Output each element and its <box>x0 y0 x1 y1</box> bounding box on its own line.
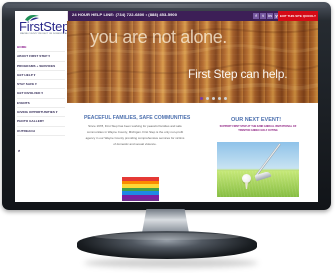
monitor-stand-neck <box>141 209 190 233</box>
golf-ball <box>242 174 251 183</box>
sidebar-item-about[interactable]: ABOUT FIRST STEP ▾ <box>17 55 65 62</box>
event-subtitle: SUPPORT FIRST STEP AT THE 32ND ANNUAL IN… <box>219 125 297 132</box>
carousel-dot-1[interactable] <box>200 97 203 100</box>
sidebar-item-photo-gallery[interactable]: PHOTO GALLERY <box>17 120 65 127</box>
hero-heading: you are not alone. <box>90 27 227 47</box>
twitter-icon[interactable]: t <box>260 13 266 19</box>
search-icon[interactable]: ⌕ <box>18 149 20 153</box>
logo[interactable]: FirstStep WAYNE COUNTY PROJECT ON DOMEST… <box>18 12 75 38</box>
monitor-stand-highlight <box>94 233 240 240</box>
logo-name: FirstStep <box>19 19 70 34</box>
event-title: OUR NEXT EVENT! <box>230 117 282 123</box>
sidebar-item-stay-safe[interactable]: STAY SAFE ▾ <box>17 82 65 90</box>
monitor-shadow <box>84 258 258 268</box>
sidebar: FirstStep WAYNE COUNTY PROJECT ON DOMEST… <box>15 11 75 202</box>
sidebar-item-events[interactable]: EVENTS <box>17 101 65 109</box>
rainbow-stripe-purple <box>122 194 159 199</box>
hero-banner: you are not alone. First Step can help. <box>67 21 318 103</box>
monitor-frame: 24 HOUR HELP LINE: (734) 722-6800 • (888… <box>2 2 331 210</box>
monitor-scene: 24 HOUR HELP LINE: (734) 722-6800 • (888… <box>0 0 335 273</box>
monitor-glare <box>5 4 327 8</box>
hero-tagline: First Step can help. <box>188 67 288 81</box>
carousel-dot-3[interactable] <box>212 97 215 100</box>
carousel-dot-2[interactable] <box>206 97 209 100</box>
sidebar-nav: HOME ABOUT FIRST STEP ▾ PROGRAMS + SERVI… <box>17 45 66 139</box>
website-screen: 24 HOUR HELP LINE: (734) 722-6800 • (888… <box>15 11 318 202</box>
exit-site-button[interactable]: EXIT THIS SITE QUICKLY <box>278 11 318 21</box>
sidebar-item-programs[interactable]: PROGRAMS + SERVICES <box>17 64 65 71</box>
peace-body: Since 1978, First Step has been working … <box>85 124 185 146</box>
sidebar-item-outreach[interactable]: OUTREACH <box>17 129 65 136</box>
linkedin-icon[interactable]: in <box>267 13 273 19</box>
sidebar-item-get-help[interactable]: GET HELP ▾ <box>17 73 65 81</box>
rainbow-flag <box>122 177 159 201</box>
carousel-dot-4[interactable] <box>218 97 221 100</box>
golf-image[interactable] <box>217 142 299 197</box>
sidebar-item-home[interactable]: HOME <box>17 45 65 53</box>
sidebar-item-get-involved[interactable]: GET INVOLVED ▾ <box>17 92 65 99</box>
sidebar-item-giving[interactable]: GIVING OPPORTUNITIES ▾ <box>17 110 65 118</box>
help-line: 24 HOUR HELP LINE: (734) 722-6800 • (888… <box>72 12 178 17</box>
main-content: PEACEFUL FAMILIES, SAFE COMMUNITIES Sinc… <box>67 103 318 202</box>
facebook-icon[interactable]: f <box>253 13 259 19</box>
carousel-dot-5[interactable] <box>224 97 227 100</box>
carousel-dots <box>200 97 236 101</box>
top-bar: 24 HOUR HELP LINE: (734) 722-6800 • (888… <box>67 11 318 21</box>
peace-title: PEACEFUL FAMILIES, SAFE COMMUNITIES <box>84 115 191 121</box>
